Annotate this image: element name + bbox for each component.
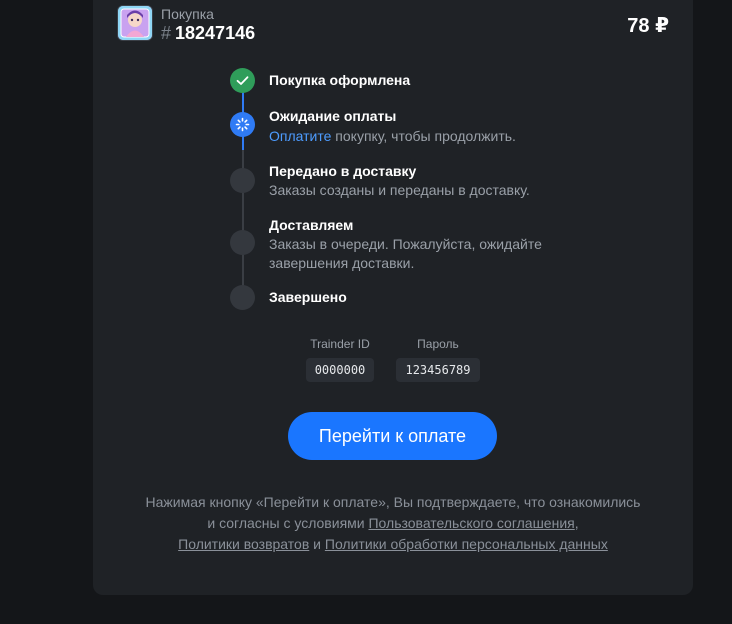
purchase-header: Покупка #18247146 78 ₽ [117, 5, 669, 43]
trainder-id-block: Trainder ID 0000000 [302, 337, 378, 382]
hash-symbol: # [161, 23, 172, 43]
legal-disclaimer: Нажимая кнопку «Перейти к оплате», Вы по… [143, 492, 643, 555]
pay-link[interactable]: Оплатите [269, 128, 331, 144]
step-pending-dot [230, 285, 255, 310]
order-number: #18247146 [161, 23, 255, 44]
step-description: Заказы созданы и переданы в доставку. [269, 182, 530, 198]
step-description-text: покупку, чтобы продолжить. [331, 128, 516, 144]
step-title: Покупка оформлена [269, 72, 411, 88]
purchase-label: Покупка [161, 6, 214, 22]
trainder-id-value[interactable]: 0000000 [305, 358, 375, 382]
password-label: Пароль [417, 337, 459, 351]
check-icon [230, 68, 255, 93]
credentials: Trainder ID 0000000 Пароль 123456789 [93, 337, 693, 387]
terms-link[interactable]: Пользовательского соглашения [368, 515, 574, 531]
step-pending-dot [230, 168, 255, 193]
privacy-policy-link[interactable]: Политики обработки персональных данных [325, 536, 608, 552]
legal-comma: , [574, 515, 579, 531]
trainder-id-label: Trainder ID [310, 337, 370, 351]
step-description: Заказы в очереди. Пожалуйста, ожидайте з… [269, 236, 542, 271]
spinner-icon [230, 112, 255, 137]
password-value[interactable]: 123456789 [396, 358, 480, 382]
step-title: Передано в доставку [269, 163, 417, 179]
page: Покупка #18247146 78 ₽ Покупка оформлена [0, 0, 732, 624]
order-status-timeline: Покупка оформлена Ожидание оплаты Оплати… [230, 68, 590, 313]
purchase-card: Покупка #18247146 78 ₽ Покупка оформлена [93, 0, 693, 595]
returns-policy-link[interactable]: Политики возвратов [178, 536, 309, 552]
password-block: Пароль 123456789 [393, 337, 483, 382]
game-art-thumbnail-icon [117, 5, 153, 41]
step-title: Доставляем [269, 217, 354, 233]
step-description: Оплатите покупку, чтобы продолжить. [269, 127, 579, 146]
go-to-payment-button[interactable]: Перейти к оплате [288, 412, 497, 460]
price: 78 ₽ [627, 15, 669, 37]
step-title: Ожидание оплаты [269, 108, 397, 124]
step-pending-dot [230, 230, 255, 255]
legal-and: и [309, 536, 325, 552]
step-title: Завершено [269, 289, 347, 305]
order-number-value: 18247146 [175, 23, 256, 43]
